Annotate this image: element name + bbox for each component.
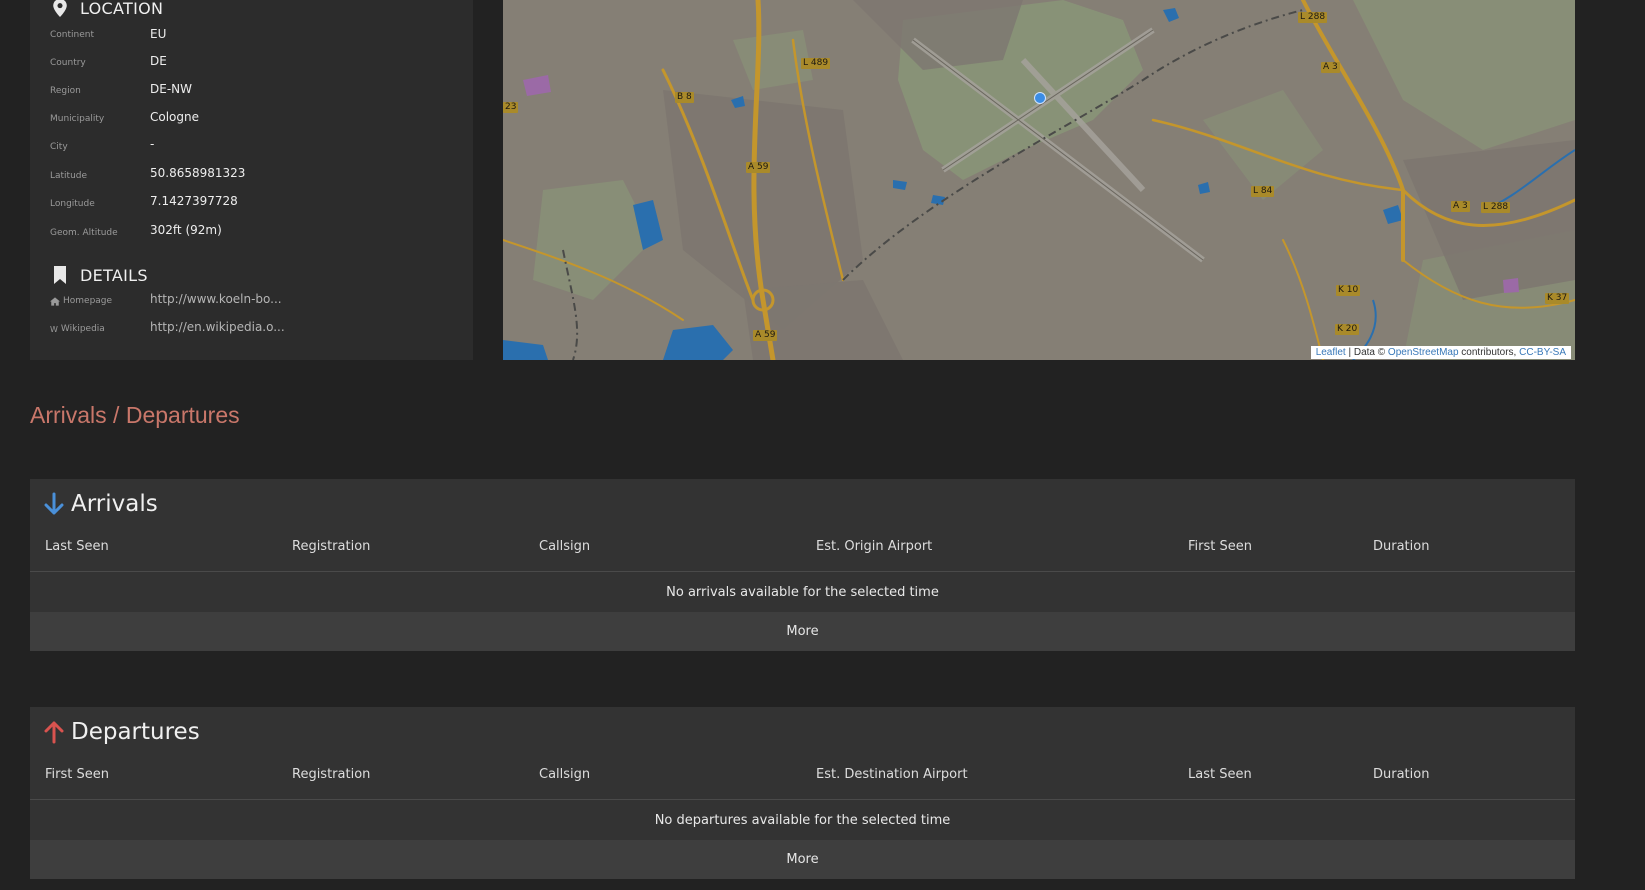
field-label-latitude: Latitude (50, 171, 88, 181)
location-heading: LOCATION (52, 0, 163, 19)
road-label: K 20 (1335, 324, 1360, 335)
arrivals-title-text: Arrivals (71, 491, 158, 517)
field-label-region: Region (50, 86, 81, 96)
license-link[interactable]: CC-BY-SA (1519, 347, 1566, 358)
attribution-text: | Data © (1345, 347, 1388, 358)
field-label-longitude: Longitude (50, 199, 95, 209)
bookmark-icon (54, 266, 66, 284)
departures-panel: Departures First Seen Registration Calls… (30, 707, 1575, 879)
column-header[interactable]: First Seen (45, 767, 109, 782)
map-tiles (503, 0, 1575, 360)
field-value-altitude: 302ft (92m) (150, 223, 222, 237)
details-heading-text: DETAILS (80, 265, 148, 285)
road-label: A 3 (1451, 201, 1470, 212)
field-value-city: - (150, 137, 155, 151)
departures-empty-message: No departures available for the selected… (654, 812, 951, 828)
field-label-altitude: Geom. Altitude (50, 228, 118, 238)
homepage-link[interactable]: http://www.koeln-bo... (150, 292, 282, 306)
column-header[interactable]: Duration (1373, 539, 1429, 554)
column-header[interactable]: Registration (292, 767, 370, 782)
attribution-text: contributors, (1458, 347, 1520, 358)
column-header[interactable]: Callsign (539, 767, 590, 782)
field-label-city: City (50, 142, 68, 152)
column-header[interactable]: First Seen (1188, 539, 1252, 554)
road-label: L 489 (801, 58, 831, 69)
column-header[interactable]: Last Seen (1188, 767, 1252, 782)
arrivals-empty-message: No arrivals available for the selected t… (666, 584, 939, 600)
field-label-country: Country (50, 58, 86, 68)
road-label: K 37 (1545, 293, 1570, 304)
field-value-municipality: Cologne (150, 110, 200, 124)
road-label: B 8 (675, 92, 694, 103)
map-marker-icon (53, 0, 67, 17)
field-value-continent: EU (150, 27, 167, 41)
airport-map[interactable]: L 288 A 3 L 489 B 8 23 A 59 L 84 A 3 L 2… (503, 0, 1575, 360)
arrivals-title: Arrivals (43, 491, 158, 517)
column-header[interactable]: Callsign (539, 539, 590, 554)
road-label: A 59 (746, 162, 771, 173)
departures-title-text: Departures (71, 719, 200, 745)
column-header[interactable]: Registration (292, 539, 370, 554)
field-value-country: DE (150, 54, 167, 68)
arrivals-panel: Arrivals Last Seen Registration Callsign… (30, 479, 1575, 651)
field-label-municipality: Municipality (50, 114, 105, 124)
field-label-continent: Continent (50, 30, 94, 40)
column-header[interactable]: Last Seen (45, 539, 109, 554)
field-value-longitude: 7.1427397728 (150, 194, 238, 208)
airport-info-panel: LOCATION Continent EU Country DE Region … (30, 0, 473, 360)
road-label: L 288 (1481, 202, 1511, 213)
field-value-region: DE-NW (150, 82, 192, 96)
location-heading-text: LOCATION (80, 0, 164, 18)
arrivals-more-button[interactable]: More (30, 612, 1575, 651)
homepage-label: Homepage (50, 296, 112, 306)
column-header[interactable]: Duration (1373, 767, 1429, 782)
road-label: K 10 (1336, 285, 1361, 296)
road-label: L 288 (1298, 12, 1328, 23)
road-label: A 3 (1321, 62, 1340, 73)
arrow-down-icon (44, 492, 64, 515)
departures-title: Departures (43, 719, 200, 745)
road-label: 23 (503, 102, 519, 113)
departures-more-button[interactable]: More (30, 840, 1575, 879)
road-label: L 84 (1251, 186, 1275, 197)
field-value-latitude: 50.8658981323 (150, 166, 246, 180)
homepage-label-text: Homepage (63, 296, 113, 306)
wikipedia-label-text: Wikipedia (60, 324, 105, 334)
column-header[interactable]: Est. Origin Airport (816, 539, 932, 554)
section-title: Arrivals / Departures (30, 402, 240, 428)
details-heading: DETAILS (52, 264, 148, 286)
openstreetmap-link[interactable]: OpenStreetMap (1388, 347, 1459, 358)
leaflet-link[interactable]: Leaflet (1316, 347, 1346, 358)
road-label: A 59 (753, 330, 778, 341)
wikipedia-icon: W (50, 324, 58, 334)
map-attribution: Leaflet | Data © OpenStreetMap contribut… (1310, 346, 1571, 359)
home-icon (50, 296, 60, 306)
wikipedia-link[interactable]: http://en.wikipedia.o... (150, 320, 285, 334)
wikipedia-label: W Wikipedia (50, 324, 105, 334)
airport-location-marker[interactable] (1034, 92, 1046, 104)
arrow-up-icon (44, 721, 64, 744)
column-header[interactable]: Est. Destination Airport (816, 767, 968, 782)
